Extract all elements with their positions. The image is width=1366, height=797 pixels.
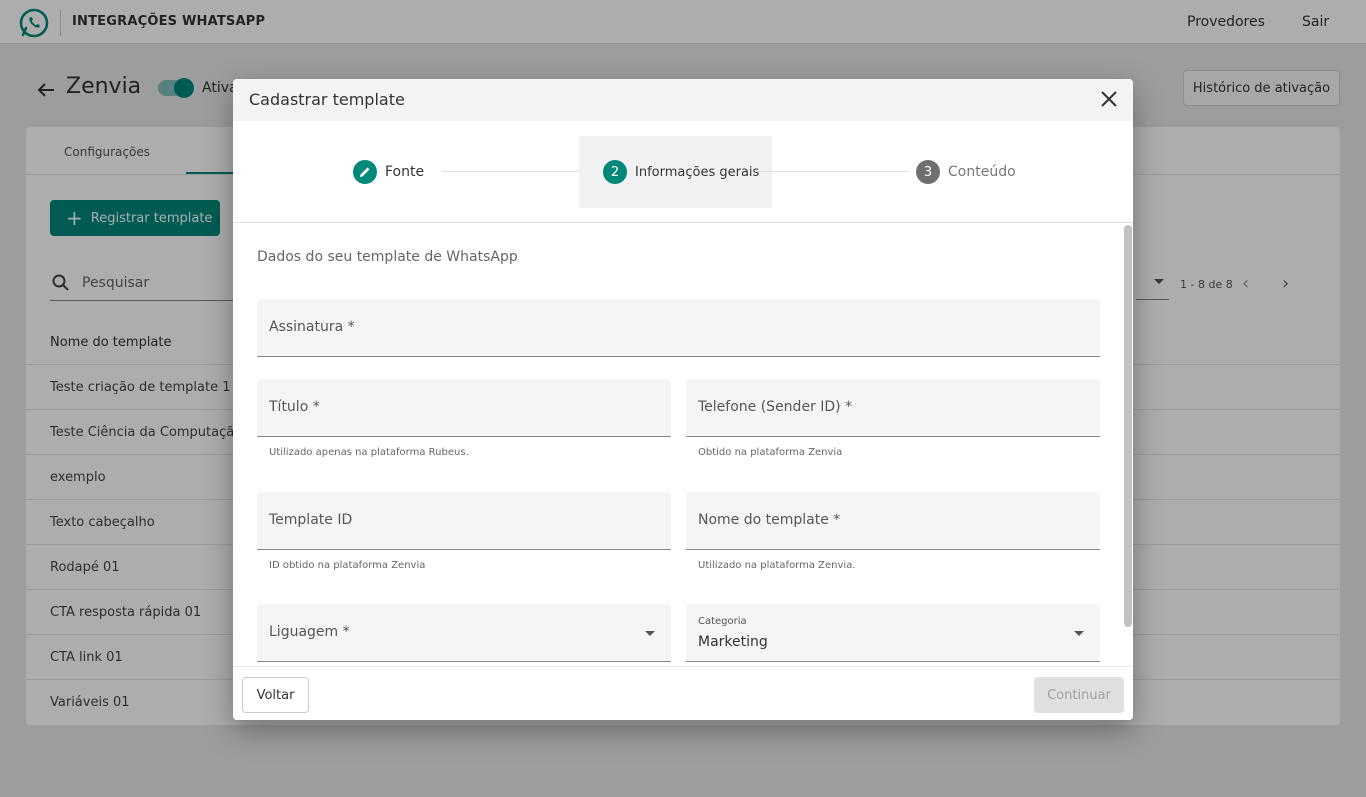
step-1-label[interactable]: Fonte: [385, 164, 424, 180]
phone-field[interactable]: Telefone (Sender ID) *: [686, 379, 1100, 437]
title-hint: Utilizado apenas na plataforma Rubeus.: [269, 447, 469, 458]
template-id-hint: ID obtido na plataforma Zenvia: [269, 560, 426, 571]
stepper: Fonte 2 Informações gerais 3 Conteúdo: [233, 121, 1133, 223]
continue-button[interactable]: Continuar: [1034, 677, 1124, 713]
dialog-footer: Voltar Continuar: [233, 666, 1133, 720]
step-connector: [442, 171, 579, 172]
register-template-dialog: Cadastrar template Fonte 2 Informações g…: [233, 79, 1133, 720]
dialog-scrollbar[interactable]: [1124, 225, 1132, 627]
language-label: Liguagem *: [269, 624, 350, 640]
phone-label: Telefone (Sender ID) *: [698, 399, 853, 415]
category-value: Marketing: [698, 634, 768, 650]
step-3-label[interactable]: Conteúdo: [948, 164, 1016, 180]
dialog-header: Cadastrar template: [233, 79, 1133, 121]
template-id-label: Template ID: [269, 512, 353, 528]
step-2-label[interactable]: Informações gerais: [635, 165, 759, 180]
step-connector: [755, 171, 908, 172]
title-label: Título *: [269, 399, 320, 415]
step-3-number[interactable]: 3: [916, 160, 940, 184]
step-1-edit-icon[interactable]: [353, 160, 377, 184]
signature-field[interactable]: Assinatura *: [257, 299, 1100, 357]
dropdown-arrow-icon: [645, 631, 655, 636]
template-id-field[interactable]: Template ID: [257, 492, 671, 550]
dropdown-arrow-icon: [1074, 631, 1084, 636]
pencil-icon: [360, 167, 370, 177]
back-button[interactable]: Voltar: [242, 677, 309, 713]
section-title: Dados do seu template de WhatsApp: [257, 249, 518, 265]
title-field[interactable]: Título *: [257, 379, 671, 437]
dialog-title: Cadastrar template: [249, 90, 405, 109]
template-name-field[interactable]: Nome do template *: [686, 492, 1100, 550]
category-select[interactable]: Categoria Marketing: [686, 604, 1100, 662]
signature-label: Assinatura *: [269, 319, 355, 335]
template-name-hint: Utilizado na plataforma Zenvia.: [698, 560, 856, 571]
close-icon[interactable]: [1099, 89, 1119, 109]
template-name-label: Nome do template *: [698, 512, 841, 528]
step-2-number[interactable]: 2: [603, 160, 627, 184]
phone-hint: Obtido na plataforma Zenvia: [698, 447, 843, 458]
language-select[interactable]: Liguagem *: [257, 604, 671, 662]
category-label: Categoria: [698, 616, 747, 627]
